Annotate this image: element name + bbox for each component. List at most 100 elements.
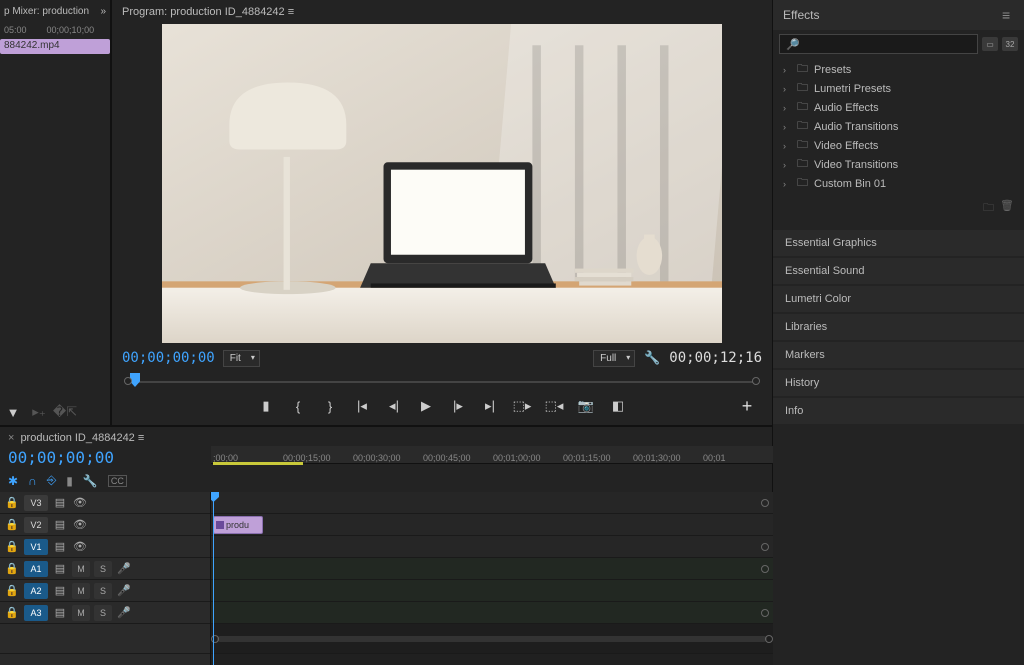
mic-icon[interactable]: 🎤 [116, 584, 132, 597]
find-icon[interactable]: �⇱ [56, 403, 74, 421]
folder-icon: 🗀 [797, 136, 808, 155]
sync-lock-icon[interactable]: ▤ [52, 518, 68, 531]
zoom-fit-select[interactable]: Fit [223, 350, 260, 367]
timeline-timecode[interactable]: 00;00;00;00 [0, 446, 211, 469]
track-label-v1[interactable]: V1 [24, 539, 48, 555]
eye-icon[interactable]: 👁 [72, 540, 88, 553]
chevron-right-icon: › [783, 122, 791, 132]
effects-tree-item[interactable]: ›🗀Video Transitions [773, 155, 1024, 174]
track-label-a1[interactable]: A1 [24, 561, 48, 577]
eye-icon[interactable]: 👁 [72, 496, 88, 509]
sequence-name[interactable]: production ID_4884242 ≡ [20, 432, 144, 444]
panel-list: Essential Graphics Essential Sound Lumet… [773, 230, 1024, 426]
chevron-right-icon[interactable]: » [100, 6, 106, 17]
panel-essential-sound[interactable]: Essential Sound [773, 258, 1024, 284]
sync-lock-icon[interactable]: ▤ [52, 562, 68, 575]
lock-icon[interactable]: 🔒 [4, 562, 20, 575]
effects-tree-item[interactable]: ›🗀Audio Transitions [773, 117, 1024, 136]
effects-tree-item[interactable]: ›🗀Video Effects [773, 136, 1024, 155]
program-monitor[interactable] [162, 24, 722, 343]
panel-libraries[interactable]: Libraries [773, 314, 1024, 340]
effects-tree-item[interactable]: ›🗀Presets [773, 60, 1024, 79]
track-label-v3[interactable]: V3 [24, 495, 48, 511]
solo-button[interactable]: S [94, 561, 112, 577]
timeline-scrollbar[interactable] [217, 636, 767, 642]
mic-icon[interactable]: 🎤 [116, 606, 132, 619]
resolution-select[interactable]: Full [593, 350, 635, 367]
sync-lock-icon[interactable]: ▤ [52, 496, 68, 509]
close-sequence-icon[interactable]: × [8, 432, 14, 444]
program-timecode-in[interactable]: 00;00;00;00 [122, 350, 215, 366]
program-duration: 00;00;12;16 [669, 350, 762, 366]
effects-search-input[interactable] [779, 34, 978, 54]
lift-icon[interactable]: ⬚▸ [513, 397, 531, 415]
mute-button[interactable]: M [72, 583, 90, 599]
export-frame-icon[interactable]: 📷 [577, 397, 595, 415]
folder-icon: 🗀 [797, 79, 808, 98]
go-to-out-icon[interactable]: ▸| [481, 397, 499, 415]
fx-badge-accel[interactable]: ▭ [982, 37, 998, 51]
lock-icon[interactable]: 🔒 [4, 540, 20, 553]
bracket-in-icon[interactable]: { [289, 397, 307, 415]
video-clip[interactable]: produ [213, 516, 263, 534]
track-label-a3[interactable]: A3 [24, 605, 48, 621]
linked-selection-icon[interactable]: ⎆ [47, 473, 57, 488]
step-forward-icon[interactable]: |▸ [449, 397, 467, 415]
playhead[interactable] [213, 492, 214, 665]
sync-lock-icon[interactable]: ▤ [52, 584, 68, 597]
mark-in-icon[interactable]: ▮ [257, 397, 275, 415]
effects-tree-item[interactable]: ›🗀Custom Bin 01 [773, 174, 1024, 193]
go-to-in-icon[interactable]: |◂ [353, 397, 371, 415]
mute-button[interactable]: M [72, 561, 90, 577]
effects-header[interactable]: Effects [783, 8, 819, 22]
program-title: Program: production ID_4884242 ≡ [118, 0, 766, 24]
lock-icon[interactable]: 🔒 [4, 518, 20, 531]
wrench-icon[interactable]: 🔧 [643, 349, 661, 367]
eye-icon[interactable]: 👁 [72, 518, 88, 531]
track-label-v2[interactable]: V2 [24, 517, 48, 533]
track-headers: 🔒 V3 ▤ 👁 🔒 V2 ▤ 👁 🔒 [0, 492, 211, 665]
cc-icon[interactable]: CC [108, 475, 127, 487]
effects-tree-item[interactable]: ›🗀Lumetri Presets [773, 79, 1024, 98]
wrench-tool-icon[interactable]: 🔧 [83, 474, 98, 488]
panel-markers[interactable]: Markers [773, 342, 1024, 368]
new-item-icon[interactable]: ▸₊ [30, 403, 48, 421]
panel-info[interactable]: Info [773, 398, 1024, 424]
sync-lock-icon[interactable]: ▤ [52, 540, 68, 553]
bracket-out-icon[interactable]: } [321, 397, 339, 415]
fx-badge-32[interactable]: 32 [1002, 37, 1018, 51]
track-label-a2[interactable]: A2 [24, 583, 48, 599]
extract-icon[interactable]: ⬚◂ [545, 397, 563, 415]
work-area-bar[interactable] [213, 462, 303, 465]
panel-history[interactable]: History [773, 370, 1024, 396]
mute-button[interactable]: M [72, 605, 90, 621]
lock-icon[interactable]: 🔒 [4, 496, 20, 509]
comparison-icon[interactable]: ◧ [609, 397, 627, 415]
snap-icon[interactable]: ✱ [8, 474, 18, 488]
panel-lumetri-color[interactable]: Lumetri Color [773, 286, 1024, 312]
new-bin-icon[interactable]: 🗀 [983, 199, 994, 218]
step-back-icon[interactable]: ◂| [385, 397, 403, 415]
lock-icon[interactable]: 🔒 [4, 606, 20, 619]
effects-tree-item[interactable]: ›🗀Audio Effects [773, 98, 1024, 117]
program-scrubber[interactable] [122, 373, 762, 391]
panel-essential-graphics[interactable]: Essential Graphics [773, 230, 1024, 256]
mic-icon[interactable]: 🎤 [116, 562, 132, 575]
chevron-right-icon: › [783, 141, 791, 151]
filter-icon[interactable]: ▼ [4, 403, 22, 421]
folder-icon: 🗀 [797, 60, 808, 79]
mixer-clip[interactable]: 884242.mp4 [0, 39, 110, 54]
add-button-icon[interactable]: + [738, 397, 756, 415]
solo-button[interactable]: S [94, 605, 112, 621]
delete-icon[interactable]: 🗑 [1000, 199, 1014, 218]
marker-tool-icon[interactable]: ▮ [66, 474, 73, 488]
track-content[interactable]: produ [211, 492, 773, 665]
timeline-ruler[interactable]: ;00;0000;00;15;00 00;00;30;0000;00;45;00… [211, 446, 773, 464]
play-icon[interactable]: ▶ [417, 397, 435, 415]
folder-icon: 🗀 [797, 155, 808, 174]
solo-button[interactable]: S [94, 583, 112, 599]
magnet-icon[interactable]: ∩ [28, 474, 37, 488]
panel-menu-icon[interactable] [1002, 7, 1014, 23]
sync-lock-icon[interactable]: ▤ [52, 606, 68, 619]
lock-icon[interactable]: 🔒 [4, 584, 20, 597]
